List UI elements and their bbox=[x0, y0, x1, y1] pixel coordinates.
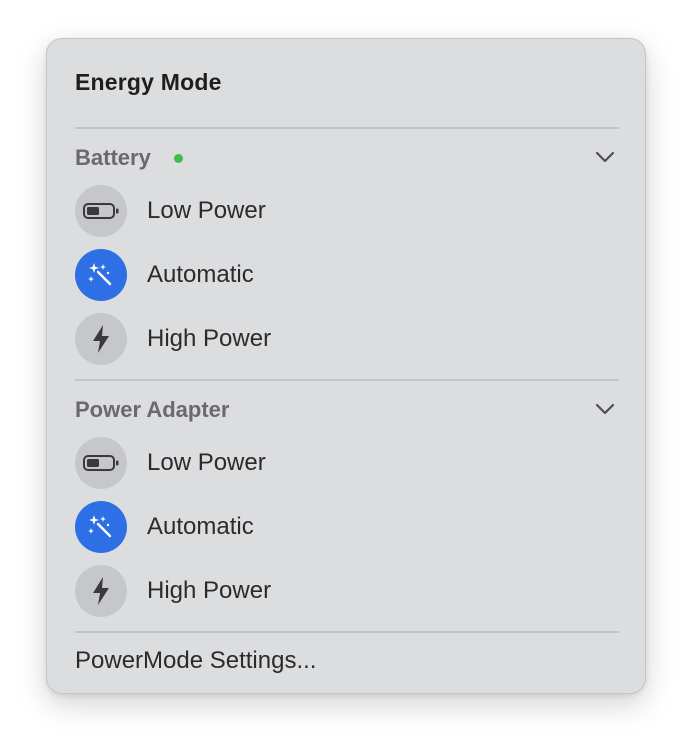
screen: Energy Mode Battery Low Power Automatic … bbox=[0, 0, 692, 748]
battery-icon bbox=[75, 185, 127, 237]
section-header-battery[interactable]: Battery bbox=[75, 143, 619, 173]
option-label: High Power bbox=[147, 577, 272, 604]
adapter-low-power-option[interactable]: Low Power bbox=[75, 437, 619, 491]
magic-wand-icon bbox=[75, 249, 127, 301]
divider bbox=[75, 379, 619, 381]
powermode-settings-link[interactable]: PowerMode Settings... bbox=[75, 647, 316, 675]
divider bbox=[75, 127, 619, 129]
magic-wand-icon bbox=[75, 501, 127, 553]
chevron-down-icon[interactable] bbox=[593, 397, 617, 421]
option-label: High Power bbox=[147, 325, 272, 352]
battery-status-dot bbox=[174, 154, 183, 163]
divider bbox=[75, 631, 619, 633]
energy-mode-menu: Energy Mode Battery Low Power Automatic … bbox=[46, 38, 646, 694]
section-label-power-adapter: Power Adapter bbox=[75, 397, 230, 422]
option-label: Low Power bbox=[147, 197, 266, 224]
section-header-power-adapter[interactable]: Power Adapter bbox=[75, 395, 619, 425]
adapter-automatic-option[interactable]: Automatic bbox=[75, 501, 619, 555]
chevron-down-icon[interactable] bbox=[593, 145, 617, 169]
option-label: Automatic bbox=[147, 513, 254, 540]
option-label: Automatic bbox=[147, 261, 254, 288]
menu-title: Energy Mode bbox=[75, 69, 222, 95]
bolt-icon bbox=[75, 565, 127, 617]
bolt-icon bbox=[75, 313, 127, 365]
battery-high-power-option[interactable]: High Power bbox=[75, 313, 619, 367]
adapter-high-power-option[interactable]: High Power bbox=[75, 565, 619, 619]
battery-automatic-option[interactable]: Automatic bbox=[75, 249, 619, 303]
section-label-battery: Battery bbox=[75, 145, 151, 170]
battery-low-power-option[interactable]: Low Power bbox=[75, 185, 619, 239]
battery-icon bbox=[75, 437, 127, 489]
option-label: Low Power bbox=[147, 449, 266, 476]
